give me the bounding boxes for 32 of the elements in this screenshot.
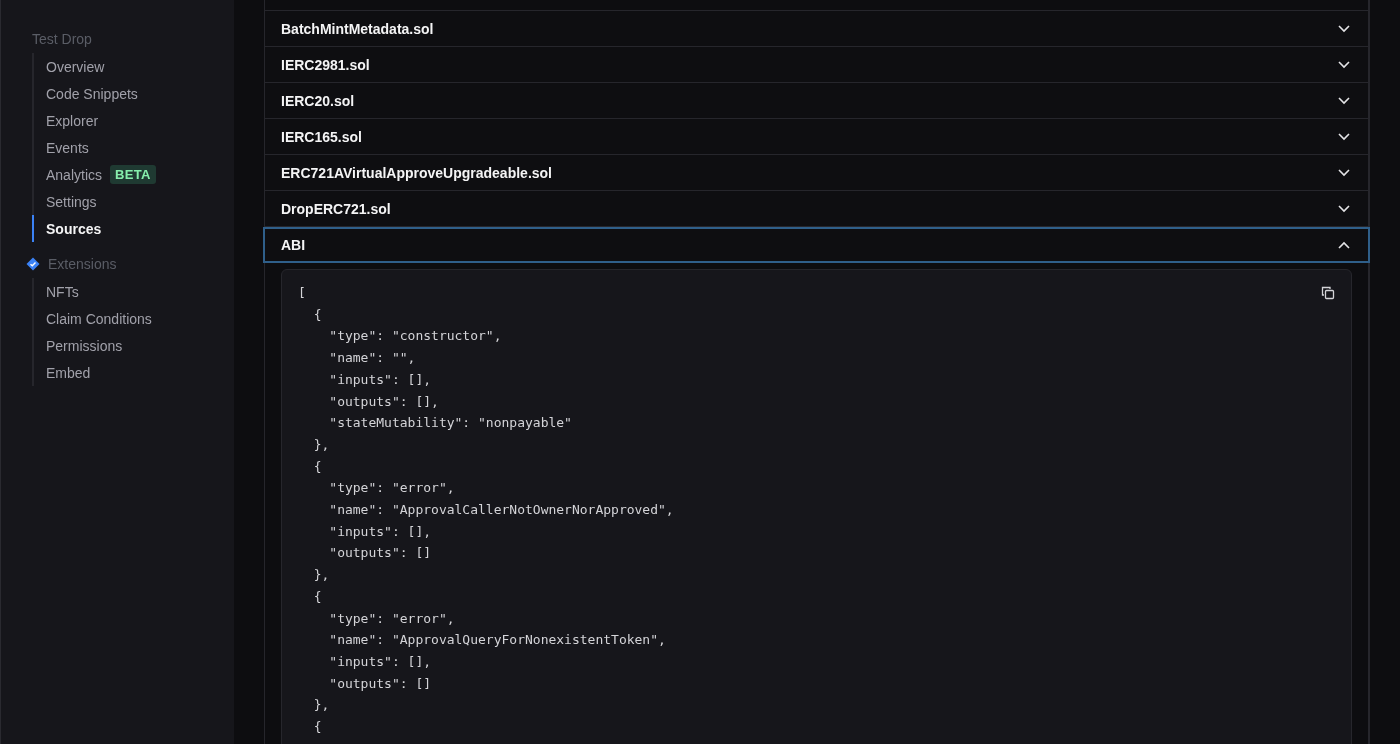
chevron-down-icon: [1338, 60, 1350, 69]
sidebar-item[interactable]: Explorer: [32, 107, 234, 134]
sidebar-item[interactable]: Events: [32, 134, 234, 161]
sidebar-item[interactable]: Sources: [32, 215, 234, 242]
copy-button[interactable]: [1319, 284, 1337, 302]
chevron-down-icon: [1338, 132, 1350, 141]
sidebar-item[interactable]: NFTs: [32, 278, 234, 305]
sidebar-heading: Extensions: [48, 256, 117, 272]
chevron-down-icon: [1338, 24, 1350, 33]
sidebar-item[interactable]: Permissions: [32, 332, 234, 359]
sidebar-item[interactable]: Settings: [32, 188, 234, 215]
sidebar-item[interactable]: Claim Conditions: [32, 305, 234, 332]
accordion-header[interactable]: BatchMintMetadata.sol: [264, 11, 1369, 47]
copy-icon: [1321, 286, 1335, 300]
verified-badge-icon: [26, 257, 40, 271]
code-text: [ { "type": "constructor", "name": "", "inputs": [], "outputs": [], "stateMutability": "nonpayable" }, { "type": "error", "name": "ApprovalCallerNotOwnerNorApproved", "inputs": [], "outputs": [] }, { "type": "error", "name": "ApprovalQueryForNonexistentToken", "inputs": [], "outputs": [] }, {: [298, 284, 674, 737]
sidebar-heading: Test Drop: [32, 31, 92, 47]
accordion-header[interactable]: ERC721AVirtualApproveUpgradeable.sol: [264, 155, 1369, 191]
chevron-down-icon: [1338, 168, 1350, 177]
sidebar-item[interactable]: Overview: [32, 53, 234, 80]
chevron-up-icon: [1338, 241, 1350, 249]
chevron-down-icon: [1338, 204, 1350, 213]
sidebar-item[interactable]: Embed: [32, 359, 234, 386]
accordion-header[interactable]: ABI: [263, 227, 1370, 263]
accordion-header[interactable]: IERC165.sol: [264, 119, 1369, 155]
sidebar-item[interactable]: Analytics BETA: [32, 161, 234, 188]
chevron-down-icon: [1338, 96, 1350, 105]
accordion-header[interactable]: IERC20.sol: [264, 83, 1369, 119]
sidebar-item[interactable]: Code Snippets: [32, 80, 234, 107]
beta-badge: BETA: [110, 165, 156, 184]
accordion-header[interactable]: IERC2981.sol: [264, 47, 1369, 83]
accordion-header[interactable]: DropERC721.sol: [264, 191, 1369, 227]
